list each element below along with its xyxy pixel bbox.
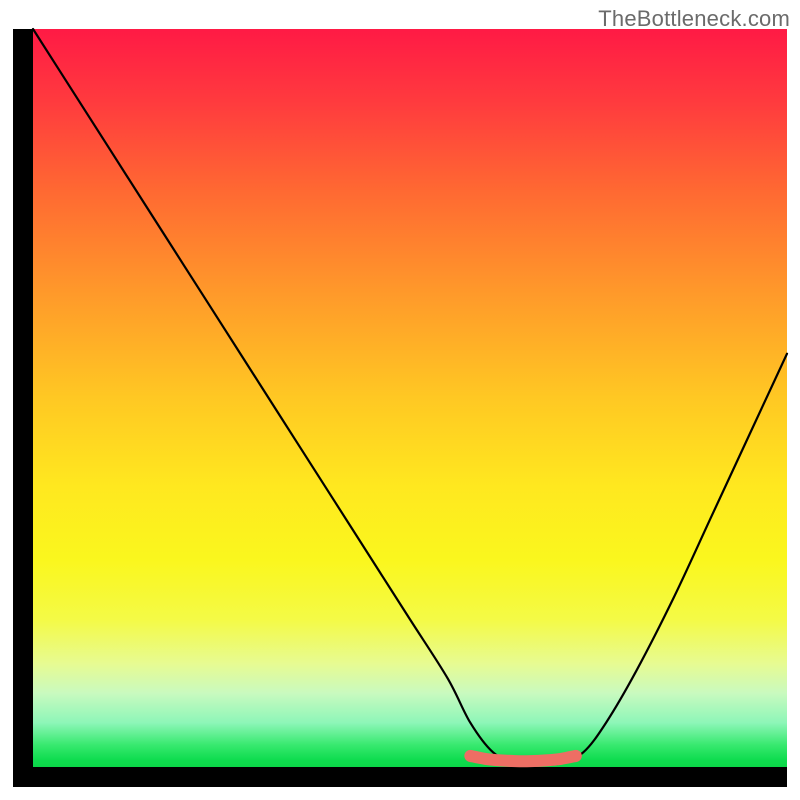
chart-container: TheBottleneck.com: [0, 0, 800, 800]
chart-svg: [33, 29, 787, 767]
plot-area: [33, 29, 787, 767]
watermark-text: TheBottleneck.com: [598, 6, 790, 32]
plot-frame: [13, 29, 787, 787]
bottleneck-curve: [33, 29, 787, 765]
optimal-zone-marker: [470, 756, 576, 761]
